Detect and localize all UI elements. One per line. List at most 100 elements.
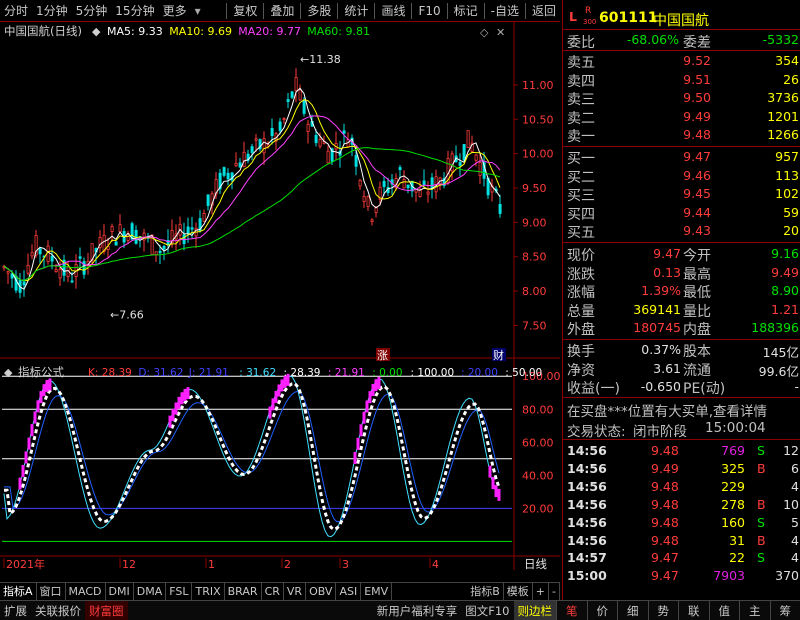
stat-row: 总量 369141 量比 1.21 [567,301,799,320]
bottom-right-tab-3[interactable]: 势 [647,600,679,620]
sells-row[interactable]: 卖五 9.52 354 [563,51,800,71]
chart-title: 中国国航(日线) [4,24,82,38]
sells-row[interactable]: 卖三 9.50 3736 [563,88,800,108]
sells-row[interactable]: 卖二 9.49 1201 [563,107,800,127]
toolbar-right-2[interactable]: 多股 [303,2,335,19]
indicator-tab-9[interactable]: VR [284,582,307,601]
toolbar-1[interactable]: 1分钟 [32,2,72,19]
indicator-tab-1[interactable]: 窗口 [37,582,66,601]
bottom-left-tab-0[interactable]: 扩展 [0,601,31,620]
sells-price: 9.51 [683,71,711,87]
tick-row: 15:00 9.47 7903 370 [567,568,799,584]
candle-body [234,162,238,167]
indicator-tab-4[interactable]: DMA [134,582,167,601]
toolbar-right-7[interactable]: -自选 [487,2,523,19]
sells-price: 9.49 [683,108,711,124]
candle-body [406,184,410,189]
toolbar-3[interactable]: 15分钟 [111,2,158,19]
toolbar-right-0[interactable]: 复权 [229,2,261,19]
toolbar-right-6[interactable]: 标记 [450,2,482,19]
indicator-tab-11[interactable]: ASI [336,582,362,601]
bottom-mid-tab-1[interactable]: 图文F10 [461,601,513,620]
candle-body [82,261,86,275]
buys-row[interactable]: 买一 9.47 957 [563,147,800,167]
bottom-right-tab-4[interactable]: 联 [678,600,709,620]
close-icon[interactable]: ✕ [496,26,505,39]
candle-body [370,219,374,222]
big-order-notice[interactable]: 在买盘***位置有大买单,查看详情 [563,399,800,420]
indicator-legend-item: D: 31.62 [138,367,183,379]
diamond-icon[interactable]: ◇ [480,26,489,39]
candle-body [302,99,306,114]
bottom-right-tab-0[interactable]: 笔 [556,600,587,620]
candle-body [422,180,426,186]
tab-right-0[interactable]: 指标B [467,582,504,601]
sells-row[interactable]: 卖四 9.51 26 [563,70,800,90]
buys-price: 9.43 [683,223,711,239]
buys-row[interactable]: 买四 9.44 59 [563,203,800,223]
xtick-label: 1 [208,558,215,570]
bottom-right-tab-1[interactable]: 价 [586,600,618,620]
ma-toggle-icon[interactable]: ◆ [92,25,101,38]
candle-body [50,255,54,262]
period-label[interactable]: 日线 [524,557,547,570]
indicator-tab-10[interactable]: OBV [306,582,337,601]
kline-chart[interactable]: 11.0010.5010.009.509.008.508.007.50100.0… [0,22,560,570]
stat-row: 涨幅 1.39% 最低 8.90 [567,283,799,302]
indicator-tab-5[interactable]: FSL [166,582,193,601]
buys-row[interactable]: 买二 9.46 113 [563,166,800,186]
ma60-line [3,147,501,282]
mark-r: R [585,6,592,16]
sells-row[interactable]: 卖一 9.48 1266 [563,125,800,145]
indicator-tab-8[interactable]: CR [262,582,284,601]
buys-volume: 20 [783,223,799,239]
bottom-right-tab-2[interactable]: 细 [617,600,648,620]
candle-body [366,196,370,207]
indicator-legend-item: J: 21.91 [188,367,229,379]
candle-body [154,251,158,256]
stock-header: L R 300 601111 中国国航 [563,6,800,30]
candle-body [6,271,10,274]
toolbar-right-4[interactable]: 画线 [377,2,409,19]
stat2-row: 收益(一) -0.650 PE(动) - [567,379,799,398]
ytick-label: 8.50 [522,251,547,264]
bottom-left-tab-2[interactable]: 财富圈 [85,600,128,620]
indicator-tab-6[interactable]: TRIX [192,582,225,601]
bottom-right-tab-6[interactable]: 主 [739,600,770,620]
bottom-left-tab-1[interactable]: 关联报价 [31,601,85,620]
ytick-label: 10.00 [522,148,554,161]
toolbar-2[interactable]: 5分钟 [72,2,112,19]
indicator-tab-2[interactable]: MACD [66,582,106,601]
bottom-mid-tab-0[interactable]: 新用户福利专享 [373,601,462,620]
bottom-mid-tab-2[interactable]: 则边栏 [513,600,556,620]
more-icon[interactable]: ▾ [191,4,205,18]
weibi-row: 委比 -68.06% 委差 -5332 [567,32,799,51]
indicator-tab-0[interactable]: 指标A [0,582,37,601]
stat-row: 涨跌 0.13 最高 9.49 [567,264,799,283]
candle-body [286,99,290,102]
indicator-tab-7[interactable]: BRAR [225,582,262,601]
candle-body [190,227,194,230]
tab-right-1[interactable]: 模板 [504,582,533,601]
indicator-icon[interactable]: ◆ [4,366,13,379]
indicator-tab-3[interactable]: DMI [106,582,134,601]
toolbar-right-8[interactable]: 返回 [528,2,560,19]
weicha-value: -5332 [762,32,799,47]
tab-right-2[interactable]: + [533,582,550,601]
toolbar-right-3[interactable]: 统计 [340,2,372,19]
indicator-tab-12[interactable]: EMV [361,582,393,601]
buys-volume: 59 [783,204,799,220]
bottom-right-tab-7[interactable]: 筹 [769,600,800,620]
ytick-label: 8.00 [522,285,547,298]
buys-row[interactable]: 买三 9.45 102 [563,184,800,204]
xtick-label: 2021年 [6,557,45,570]
tab-right-3[interactable]: - [549,582,560,601]
bottom-right-tab-5[interactable]: 值 [708,600,740,620]
toolbar-0[interactable]: 分时 [0,2,32,19]
kdj-lines [3,375,501,538]
toolbar-4[interactable]: 更多 [159,2,191,19]
buys-row[interactable]: 买五 9.43 20 [563,221,800,241]
toolbar-right-1[interactable]: 叠加 [266,2,298,19]
candle-body [398,167,402,171]
toolbar-right-5[interactable]: F10 [414,4,444,18]
